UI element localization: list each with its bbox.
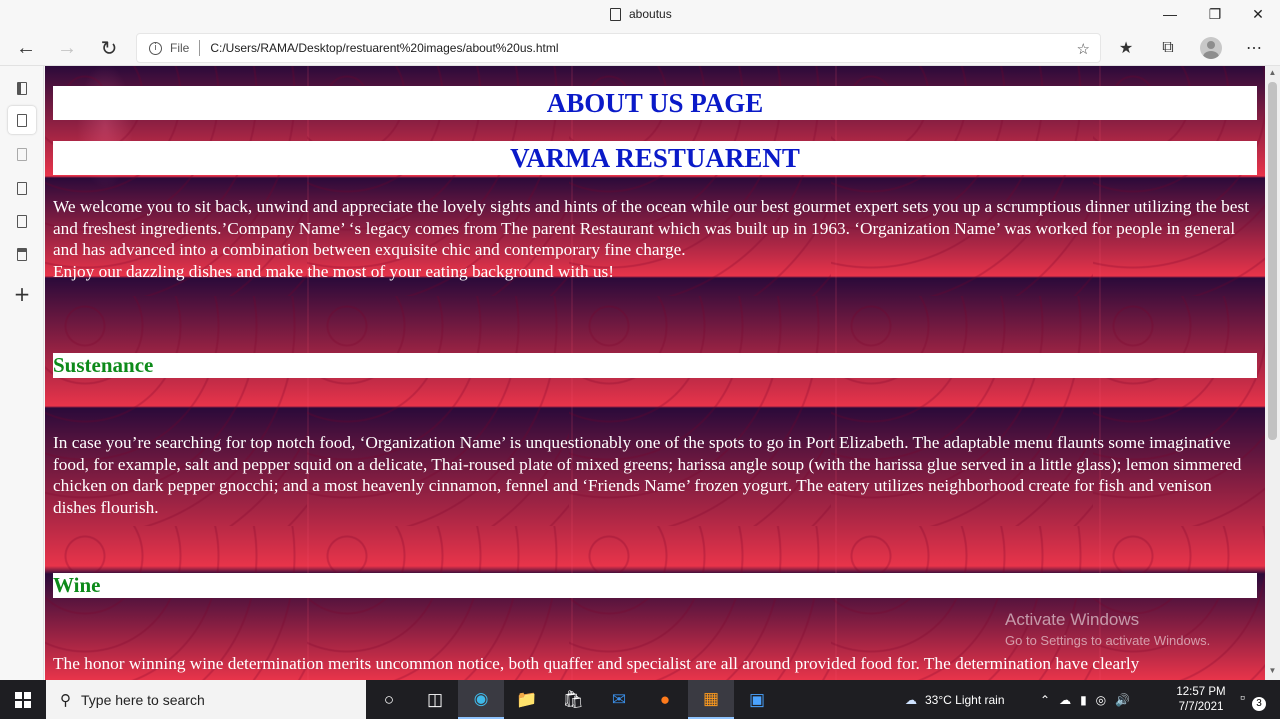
page-viewport: ABOUT US PAGE VARMA RESTUARENT We welcom… [45, 66, 1265, 680]
info-icon[interactable]: i [149, 41, 162, 55]
tab-page-5[interactable] [8, 240, 36, 268]
section-heading-wine: Wine [53, 573, 1257, 598]
edge-taskbar-icon[interactable]: ◉ [458, 680, 504, 719]
tab-aboutus[interactable] [8, 106, 36, 134]
collections-icon[interactable]: ⧉ [1156, 37, 1180, 59]
close-button[interactable]: ✕ [1236, 0, 1280, 28]
minimize-button[interactable]: — [1148, 0, 1192, 28]
scroll-up-arrow-icon[interactable]: ▲ [1268, 68, 1277, 77]
forward-button[interactable]: → [52, 34, 82, 62]
scrollbar-thumb[interactable] [1268, 82, 1277, 440]
address-scheme: File [170, 41, 190, 55]
profile-avatar[interactable] [1200, 37, 1222, 59]
tab-page-3[interactable] [8, 174, 36, 202]
weather-widget[interactable]: ☁ 33°C Light rain [905, 680, 1005, 719]
system-tray: ⌃ ☁ ▮ ◎ 🔊 [1040, 680, 1130, 719]
section-heading-sustenance: Sustenance [53, 353, 1257, 378]
intro-text: We welcome you to sit back, unwind and a… [53, 197, 1250, 259]
new-tab-button[interactable]: + [8, 280, 36, 308]
firefox-icon[interactable]: ● [642, 680, 688, 719]
network-icon[interactable]: ◎ [1096, 693, 1106, 707]
browser-toolbar: ← → ↻ i File C:/Users/RAMA/Desktop/restu… [0, 30, 1280, 66]
window-title-bar: aboutus — ❐ ✕ [0, 0, 1280, 30]
clock-date: 7/7/2021 [1178, 701, 1224, 713]
show-hidden-icons-icon[interactable]: ⌃ [1040, 693, 1050, 707]
mail-icon[interactable]: ✉ [596, 680, 642, 719]
address-divider [199, 40, 201, 56]
window-title: aboutus [610, 7, 672, 21]
scroll-down-arrow-icon[interactable]: ▼ [1268, 666, 1277, 675]
intro-paragraph: We welcome you to sit back, unwind and a… [53, 196, 1257, 282]
intro-line2: Enjoy our dazzling dishes and make the m… [53, 261, 615, 281]
page-icon [17, 214, 27, 228]
page-title: ABOUT US PAGE [53, 86, 1257, 120]
battery-icon[interactable]: ▮ [1080, 693, 1087, 707]
tab-title-text: aboutus [629, 7, 672, 21]
refresh-button[interactable]: ↻ [94, 34, 124, 62]
address-url[interactable]: C:/Users/RAMA/Desktop/restuarent%20image… [210, 41, 558, 55]
cortana-icon[interactable]: ○ [366, 680, 412, 719]
section-text-sustenance: In case you’re searching for top notch f… [53, 433, 1242, 517]
cloud-rain-icon: ☁ [905, 692, 917, 707]
add-favorite-icon[interactable]: ☆ [1077, 40, 1090, 58]
tab-actions-icon[interactable] [8, 74, 36, 102]
address-bar[interactable]: i File C:/Users/RAMA/Desktop/restuarent%… [136, 33, 1101, 63]
search-placeholder: Type here to search [81, 691, 205, 708]
page-icon [610, 7, 621, 21]
search-icon: ⚲ [60, 691, 71, 709]
back-button[interactable]: ← [11, 34, 41, 62]
vertical-tabs-sidebar: + [0, 66, 44, 680]
notification-count: 3 [1252, 697, 1266, 711]
page-icon [17, 247, 27, 261]
page-icon [17, 147, 27, 161]
clock-time: 12:57 PM [1176, 686, 1226, 698]
section-text-wine: The honor winning wine determination mer… [53, 654, 1140, 673]
page-scrollbar[interactable]: ▲ ▼ [1265, 66, 1280, 680]
notification-center-icon[interactable]: ▫ 3 [1240, 689, 1266, 711]
photos-icon[interactable]: ▣ [734, 680, 780, 719]
watermark-line2: Go to Settings to activate Windows. [1005, 633, 1211, 648]
more-menu-icon[interactable]: ⋯ [1242, 37, 1266, 59]
windows-logo-icon [15, 691, 31, 708]
weather-text: 33°C Light rain [925, 692, 1005, 707]
task-view-icon[interactable]: ◫ [412, 680, 458, 719]
tab-page-4[interactable] [8, 207, 36, 235]
store-icon[interactable]: 🛍 [550, 680, 596, 719]
volume-icon[interactable]: 🔊 [1115, 693, 1130, 707]
start-button[interactable] [0, 680, 46, 719]
taskbar-clock[interactable]: 12:57 PM 7/7/2021 [1175, 685, 1227, 715]
sublime-text-icon[interactable]: ▦ [688, 680, 734, 719]
taskbar-search-box[interactable]: ⚲ Type here to search [46, 680, 366, 719]
watermark-line1: Activate Windows [1005, 610, 1140, 629]
activate-windows-watermark: Activate Windows Go to Settings to activ… [1005, 610, 1210, 648]
page-icon [17, 181, 27, 195]
tab-page-2[interactable] [8, 140, 36, 168]
restaurant-name: VARMA RESTUARENT [53, 141, 1257, 175]
windows-taskbar: ⚲ Type here to search ○ ◫ ◉ 📁 🛍 ✉ ● ▦ ▣ … [0, 680, 1280, 719]
onedrive-icon[interactable]: ☁ [1059, 693, 1071, 707]
file-explorer-icon[interactable]: 📁 [504, 680, 550, 719]
page-icon [17, 113, 27, 127]
maximize-button[interactable]: ❐ [1193, 0, 1237, 28]
favorites-icon[interactable]: ★ [1114, 37, 1138, 59]
